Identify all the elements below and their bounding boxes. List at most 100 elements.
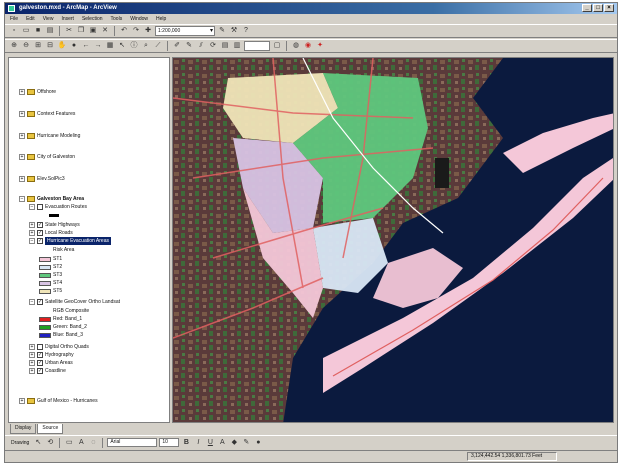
underline-icon[interactable]: U bbox=[205, 438, 215, 448]
expand-icon[interactable]: + bbox=[19, 111, 25, 117]
arctoolbox-icon[interactable]: ⚒ bbox=[229, 26, 239, 36]
layer-visibility-checkbox[interactable]: ✓ bbox=[37, 360, 43, 366]
redo-icon[interactable]: ↷ bbox=[131, 26, 141, 36]
attributes-icon[interactable]: ▤ bbox=[220, 41, 230, 51]
paste-icon[interactable]: ▣ bbox=[88, 26, 98, 36]
map-canvas[interactable] bbox=[173, 58, 614, 423]
toc-layer-satellite[interactable]: − ✓ Satellite GeoCover Ortho Landsat bbox=[29, 298, 120, 306]
drawing-menu-button[interactable]: Drawing bbox=[9, 440, 31, 446]
expand-icon[interactable]: + bbox=[19, 398, 25, 404]
print-icon[interactable]: ▤ bbox=[45, 26, 55, 36]
toc-layer-evacuation-zones[interactable]: − ✓ Hurricane Evacuation Areas bbox=[29, 237, 111, 245]
full-extent-icon[interactable]: ● bbox=[69, 41, 79, 51]
collapse-icon[interactable]: − bbox=[19, 196, 25, 202]
layer-visibility-checkbox[interactable]: ✓ bbox=[37, 230, 43, 236]
measure-icon[interactable]: ⟋ bbox=[153, 41, 163, 51]
expand-icon[interactable]: + bbox=[29, 230, 35, 236]
expand-icon[interactable]: + bbox=[19, 154, 25, 160]
layer-visibility-checkbox[interactable] bbox=[37, 344, 43, 350]
sketch-properties-icon[interactable]: ▥ bbox=[232, 41, 242, 51]
forward-extent-icon[interactable]: → bbox=[93, 41, 103, 51]
fill-color-icon[interactable]: ◆ bbox=[229, 438, 239, 448]
identify-icon[interactable]: ⓘ bbox=[129, 41, 139, 51]
menu-edit[interactable]: Edit bbox=[25, 16, 36, 22]
select-elements-icon[interactable]: ↖ bbox=[33, 438, 43, 448]
text-icon[interactable]: A bbox=[76, 438, 86, 448]
symbol-icon[interactable]: ✦ bbox=[315, 41, 325, 51]
georeferencing-icon[interactable]: ◍ bbox=[291, 41, 301, 51]
toc-layer-hydrography[interactable]: + ✓ Hydrography bbox=[29, 351, 74, 359]
zoom-out-icon[interactable]: ⊖ bbox=[21, 41, 31, 51]
toc-layer-evacuation-routes[interactable]: − Evacuation Routes bbox=[29, 203, 87, 211]
menu-tools[interactable]: Tools bbox=[110, 16, 124, 22]
marker-color-icon[interactable]: ● bbox=[253, 438, 263, 448]
layer-visibility-checkbox[interactable]: ✓ bbox=[37, 238, 43, 244]
select-features-icon[interactable]: ▦ bbox=[105, 41, 115, 51]
toc-frame-hurricane-modeling[interactable]: + Hurricane Modeling bbox=[19, 132, 80, 140]
toc-frame-gulf-of-mexico[interactable]: + Gulf of Mexico - Hurricanes bbox=[19, 397, 98, 405]
rotate-tool-icon[interactable]: ⟳ bbox=[208, 41, 218, 51]
close-button[interactable]: × bbox=[604, 4, 614, 12]
pan-icon[interactable]: ✋ bbox=[57, 41, 67, 51]
cut-icon[interactable]: ✂ bbox=[64, 26, 74, 36]
collapse-icon[interactable]: − bbox=[29, 299, 35, 305]
fixed-zoom-out-icon[interactable]: ⊟ bbox=[45, 41, 55, 51]
open-folder-icon[interactable]: ▭ bbox=[21, 26, 31, 36]
tab-display[interactable]: Display bbox=[10, 424, 37, 434]
layer-visibility-checkbox[interactable]: ✓ bbox=[37, 352, 43, 358]
toc-layer-local-roads[interactable]: + ✓ Local Roads bbox=[29, 229, 73, 237]
expand-icon[interactable]: + bbox=[19, 133, 25, 139]
expand-icon[interactable]: + bbox=[19, 176, 25, 182]
toc-frame-context-features[interactable]: + Context Features bbox=[19, 110, 75, 118]
expand-icon[interactable]: + bbox=[29, 352, 35, 358]
rectangle-icon[interactable]: ▭ bbox=[64, 438, 74, 448]
toc-layer-urban-areas[interactable]: + ✓ Urban Areas bbox=[29, 359, 73, 367]
layer-visibility-checkbox[interactable]: ✓ bbox=[37, 222, 43, 228]
back-extent-icon[interactable]: ← bbox=[81, 41, 91, 51]
toc-frame-bay-area[interactable]: − Galveston Bay Area bbox=[19, 195, 84, 203]
toc-layer-state-highways[interactable]: + ✓ State Highways bbox=[29, 221, 80, 229]
minimize-button[interactable]: _ bbox=[582, 4, 592, 12]
color-icon[interactable]: ◉ bbox=[303, 41, 313, 51]
delete-icon[interactable]: ✕ bbox=[100, 26, 110, 36]
expand-icon[interactable]: + bbox=[29, 344, 35, 350]
edit-tool-icon[interactable]: ✐ bbox=[172, 41, 182, 51]
save-icon[interactable]: ■ bbox=[33, 26, 43, 36]
menu-file[interactable]: File bbox=[9, 16, 19, 22]
collapse-icon[interactable]: − bbox=[29, 238, 35, 244]
expand-icon[interactable]: + bbox=[19, 89, 25, 95]
font-color-icon[interactable]: A bbox=[217, 438, 227, 448]
expand-icon[interactable]: + bbox=[29, 368, 35, 374]
italic-icon[interactable]: I bbox=[193, 438, 203, 448]
font-combo[interactable]: Arial bbox=[107, 438, 158, 447]
title-bar[interactable]: galveston.mxd - ArcMap - ArcView _ □ × bbox=[5, 3, 617, 14]
undo-icon[interactable]: ↶ bbox=[119, 26, 129, 36]
bold-icon[interactable]: B bbox=[181, 438, 191, 448]
zoom-in-icon[interactable]: ⊕ bbox=[9, 41, 19, 51]
layer-visibility-checkbox[interactable] bbox=[37, 204, 43, 210]
target-layer-combo[interactable] bbox=[244, 41, 270, 51]
map-display[interactable] bbox=[172, 57, 614, 423]
menu-insert[interactable]: Insert bbox=[60, 16, 75, 22]
fixed-zoom-in-icon[interactable]: ⊞ bbox=[33, 41, 43, 51]
menu-window[interactable]: Window bbox=[129, 16, 149, 22]
callout-icon[interactable]: ◌ bbox=[88, 438, 98, 448]
toc-frame-elev-solpic[interactable]: + Elev.SolPic3 bbox=[19, 175, 65, 183]
expand-icon[interactable]: + bbox=[29, 222, 35, 228]
sketch-tool-icon[interactable]: ✎ bbox=[184, 41, 194, 51]
collapse-icon[interactable]: − bbox=[29, 204, 35, 210]
copy-icon[interactable]: ❐ bbox=[76, 26, 86, 36]
menu-selection[interactable]: Selection bbox=[81, 16, 104, 22]
toc-layer-coastline[interactable]: + ✓ Coastline bbox=[29, 367, 66, 375]
tab-source[interactable]: Source bbox=[37, 424, 64, 434]
line-color-icon[interactable]: ✎ bbox=[241, 438, 251, 448]
editor-toolbar-icon[interactable]: ✎ bbox=[217, 26, 227, 36]
layer-visibility-checkbox[interactable]: ✓ bbox=[37, 368, 43, 374]
whats-this-icon[interactable]: ? bbox=[241, 26, 251, 36]
map-scale-combo[interactable]: 1:200,000 bbox=[155, 26, 215, 36]
find-icon[interactable]: ⌕ bbox=[141, 41, 151, 51]
font-size-combo[interactable]: 10 bbox=[159, 438, 180, 447]
map-scrollbar[interactable] bbox=[614, 57, 617, 423]
add-data-icon[interactable]: ✚ bbox=[143, 26, 153, 36]
expand-icon[interactable]: + bbox=[29, 360, 35, 366]
